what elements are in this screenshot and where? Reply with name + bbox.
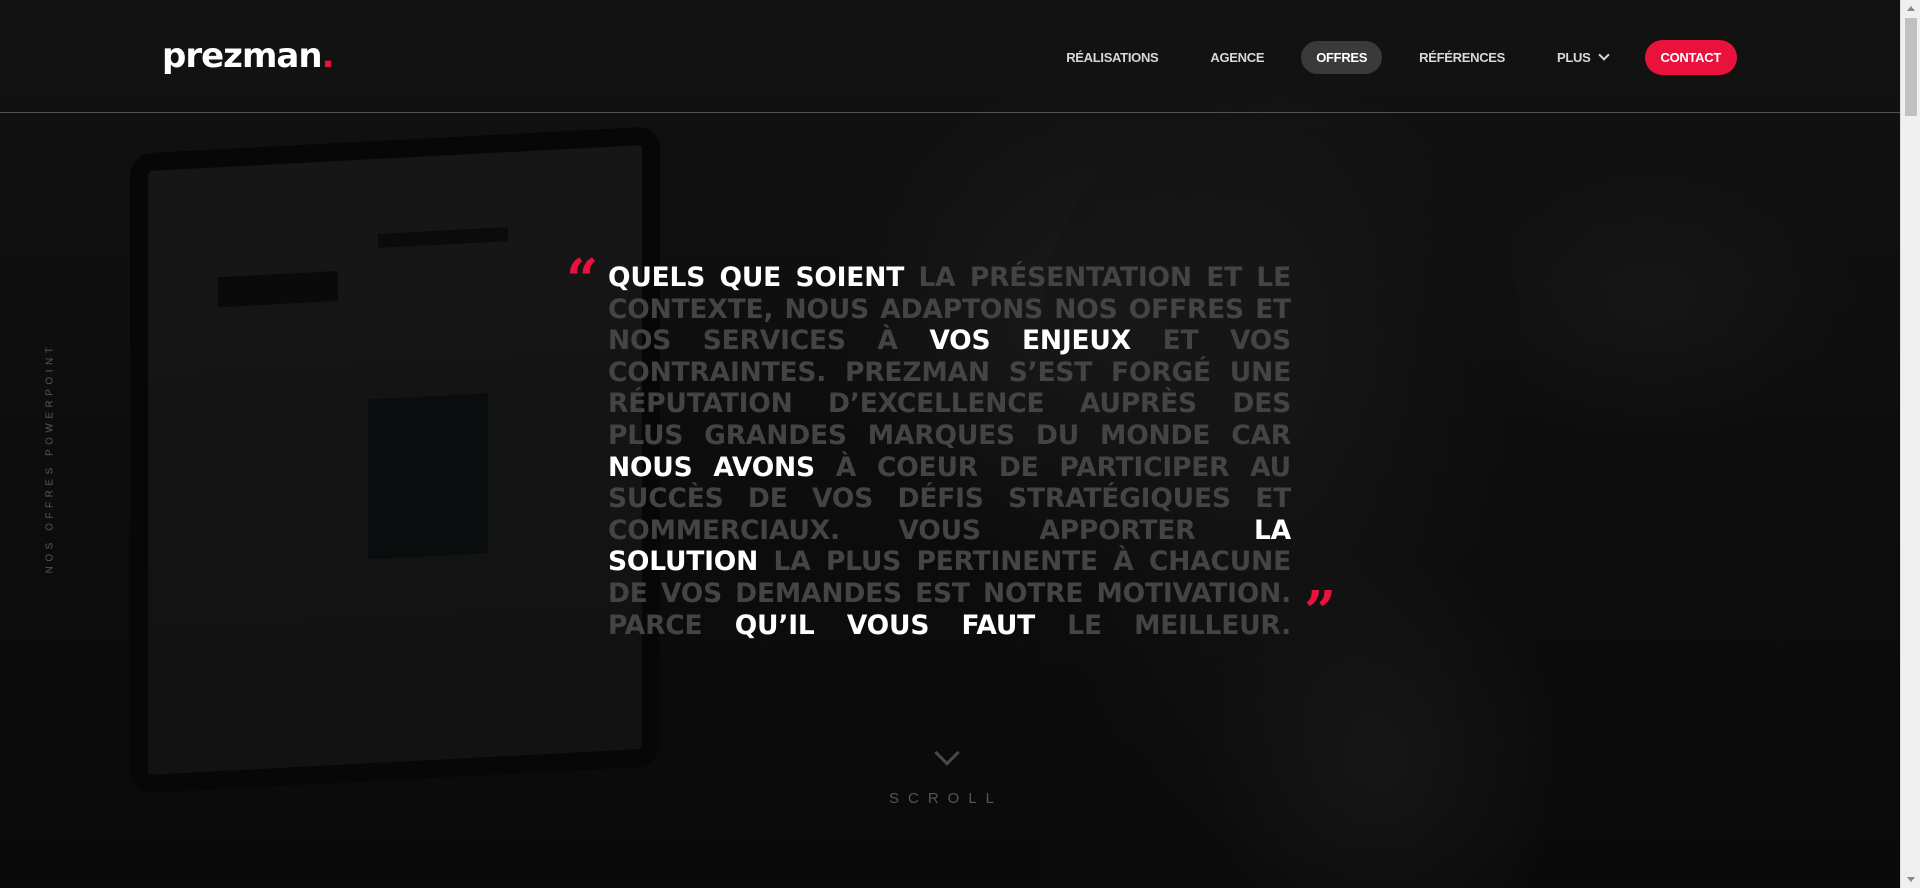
nav-item-offres[interactable]: Offres (1301, 41, 1383, 74)
chevron-down-icon (1597, 49, 1610, 61)
open-quote-icon: “ (566, 247, 599, 313)
brand-logo[interactable]: prezman. (162, 36, 334, 76)
scroll-down-arrow-icon[interactable] (1907, 877, 1915, 882)
main-nav: Réalisations Agence Offres Références Pl… (1051, 40, 1737, 75)
quote-text: Quels que soient la présentation et le c… (608, 262, 1291, 641)
close-quote-icon: ” (1304, 579, 1337, 645)
scroll-label: Scroll (888, 790, 1004, 807)
quote-segment: le meilleur. (1035, 609, 1292, 641)
nav-item-references[interactable]: Références (1404, 41, 1520, 74)
quote-highlight: Quels que soient (608, 262, 919, 293)
quote-highlight: nous avons (608, 451, 815, 483)
nav-item-realisations[interactable]: Réalisations (1051, 41, 1173, 74)
hero-quote: Quels que soient la présentation et le c… (608, 262, 1291, 641)
contact-button[interactable]: Contact (1644, 40, 1737, 75)
page-scrollbar[interactable] (1900, 0, 1920, 888)
quote-highlight: vos enjeux (929, 325, 1131, 357)
scroll-up-arrow-icon[interactable] (1907, 6, 1915, 11)
nav-item-agence[interactable]: Agence (1195, 41, 1279, 74)
site-header: prezman. Réalisations Agence Offres Réfé… (0, 0, 1900, 113)
nav-item-plus[interactable]: Plus (1542, 41, 1622, 74)
quote-highlight: qu’il vous faut (734, 609, 1036, 641)
side-section-label: Nos offres PowerPoint (44, 342, 56, 574)
scrollbar-thumb[interactable] (1905, 18, 1917, 116)
